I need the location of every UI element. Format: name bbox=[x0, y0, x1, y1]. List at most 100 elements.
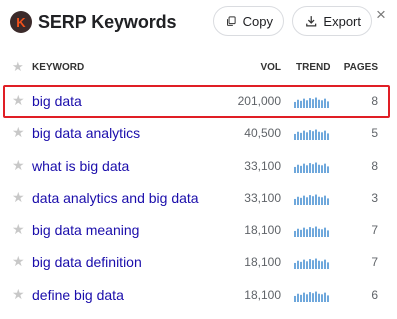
star-icon[interactable]: ★ bbox=[12, 92, 25, 109]
trend-bar bbox=[300, 261, 302, 269]
table-row: ★ big data meaning 18,100 7 bbox=[0, 214, 397, 246]
trend-bar bbox=[294, 198, 296, 205]
trend-bar bbox=[321, 100, 323, 108]
column-header-vol[interactable]: VOL bbox=[260, 62, 281, 73]
trend-bar bbox=[303, 259, 305, 269]
table-row: ★ what is big data 33,100 8 bbox=[0, 150, 397, 182]
trend-bar bbox=[306, 294, 308, 302]
keyword-link[interactable]: what is big data bbox=[32, 158, 129, 174]
logo-letter: K bbox=[16, 14, 26, 30]
keyword-link[interactable]: big data analytics bbox=[32, 125, 140, 141]
trend-bar bbox=[294, 230, 296, 237]
star-icon[interactable]: ★ bbox=[12, 124, 25, 141]
trend-bar bbox=[312, 293, 314, 302]
trend-bar bbox=[327, 198, 329, 205]
trend-sparkline bbox=[294, 162, 329, 173]
trend-bar bbox=[324, 292, 326, 302]
trend-bar bbox=[309, 195, 311, 205]
trend-bar bbox=[324, 98, 326, 108]
trend-bar bbox=[318, 228, 320, 237]
copy-icon bbox=[227, 16, 236, 26]
star-icon[interactable]: ★ bbox=[12, 253, 25, 270]
trend-bar bbox=[312, 99, 314, 108]
trend-sparkline bbox=[294, 97, 329, 108]
keywords-everywhere-logo: K bbox=[10, 11, 32, 33]
pages-value: 7 bbox=[371, 255, 378, 269]
trend-bar bbox=[297, 99, 299, 108]
table-row: ★ data analytics and big data 33,100 3 bbox=[0, 182, 397, 214]
trend-bar bbox=[303, 98, 305, 108]
trend-bar bbox=[303, 195, 305, 205]
trend-bar bbox=[321, 294, 323, 302]
keyword-link[interactable]: define big data bbox=[32, 287, 124, 303]
copy-button[interactable]: Copy bbox=[213, 6, 284, 36]
table-header: ★ KEYWORD VOL TREND PAGES bbox=[0, 59, 397, 76]
trend-bar bbox=[327, 295, 329, 302]
trend-bar bbox=[318, 293, 320, 302]
trend-sparkline bbox=[294, 129, 329, 140]
trend-bar bbox=[321, 165, 323, 173]
pages-value: 5 bbox=[371, 126, 378, 140]
trend-bar bbox=[312, 228, 314, 237]
trend-bar bbox=[306, 197, 308, 205]
trend-bar bbox=[327, 133, 329, 140]
column-header-keyword[interactable]: KEYWORD bbox=[32, 62, 84, 73]
download-icon bbox=[306, 16, 317, 27]
volume-value: 201,000 bbox=[237, 94, 281, 108]
header: K SERP Keywords Copy Export × bbox=[0, 0, 397, 46]
trend-bar bbox=[300, 197, 302, 205]
volume-value: 18,100 bbox=[244, 223, 281, 237]
trend-bar bbox=[315, 97, 317, 108]
trend-sparkline bbox=[294, 226, 329, 237]
star-icon[interactable]: ★ bbox=[12, 221, 25, 238]
trend-bar bbox=[315, 226, 317, 237]
trend-sparkline bbox=[294, 194, 329, 205]
trend-bar bbox=[294, 262, 296, 269]
trend-bar bbox=[312, 196, 314, 205]
table-row: ★ big data definition 18,100 7 bbox=[0, 246, 397, 278]
copy-button-label: Copy bbox=[242, 13, 273, 29]
trend-bar bbox=[303, 163, 305, 173]
trend-bar bbox=[324, 195, 326, 205]
trend-bar bbox=[321, 197, 323, 205]
table-row: ★ big data analytics 40,500 5 bbox=[0, 117, 397, 149]
trend-bar bbox=[321, 229, 323, 237]
trend-bar bbox=[303, 292, 305, 302]
trend-bar bbox=[318, 196, 320, 205]
keyword-link[interactable]: big data definition bbox=[32, 254, 142, 270]
trend-bar bbox=[321, 261, 323, 269]
keyword-link[interactable]: big data bbox=[32, 93, 82, 109]
export-button[interactable]: Export bbox=[292, 6, 372, 36]
trend-bar bbox=[309, 292, 311, 302]
trend-bar bbox=[294, 295, 296, 302]
keyword-link[interactable]: big data meaning bbox=[32, 222, 139, 238]
trend-bar bbox=[297, 131, 299, 140]
trend-bar bbox=[306, 132, 308, 140]
trend-bar bbox=[297, 196, 299, 205]
keyword-link[interactable]: data analytics and big data bbox=[32, 190, 199, 206]
star-icon[interactable]: ★ bbox=[12, 157, 25, 174]
star-all-icon[interactable]: ★ bbox=[12, 59, 24, 75]
pages-value: 8 bbox=[371, 94, 378, 108]
column-header-pages[interactable]: PAGES bbox=[344, 62, 378, 73]
volume-value: 33,100 bbox=[244, 159, 281, 173]
trend-bar bbox=[327, 101, 329, 108]
trend-bar bbox=[309, 259, 311, 269]
trend-bar bbox=[318, 131, 320, 140]
close-icon[interactable]: × bbox=[373, 6, 389, 23]
trend-bar bbox=[312, 164, 314, 173]
column-header-trend: TREND bbox=[296, 62, 331, 73]
volume-value: 18,100 bbox=[244, 255, 281, 269]
trend-bar bbox=[312, 131, 314, 140]
trend-bar bbox=[297, 228, 299, 237]
star-icon[interactable]: ★ bbox=[12, 286, 25, 303]
trend-bar bbox=[327, 166, 329, 173]
trend-bar bbox=[327, 262, 329, 269]
trend-bar bbox=[315, 129, 317, 140]
pages-value: 6 bbox=[371, 288, 378, 302]
star-icon[interactable]: ★ bbox=[12, 189, 25, 206]
trend-bar bbox=[306, 261, 308, 269]
trend-bar bbox=[297, 293, 299, 302]
trend-bar bbox=[315, 291, 317, 302]
trend-bar bbox=[294, 133, 296, 140]
